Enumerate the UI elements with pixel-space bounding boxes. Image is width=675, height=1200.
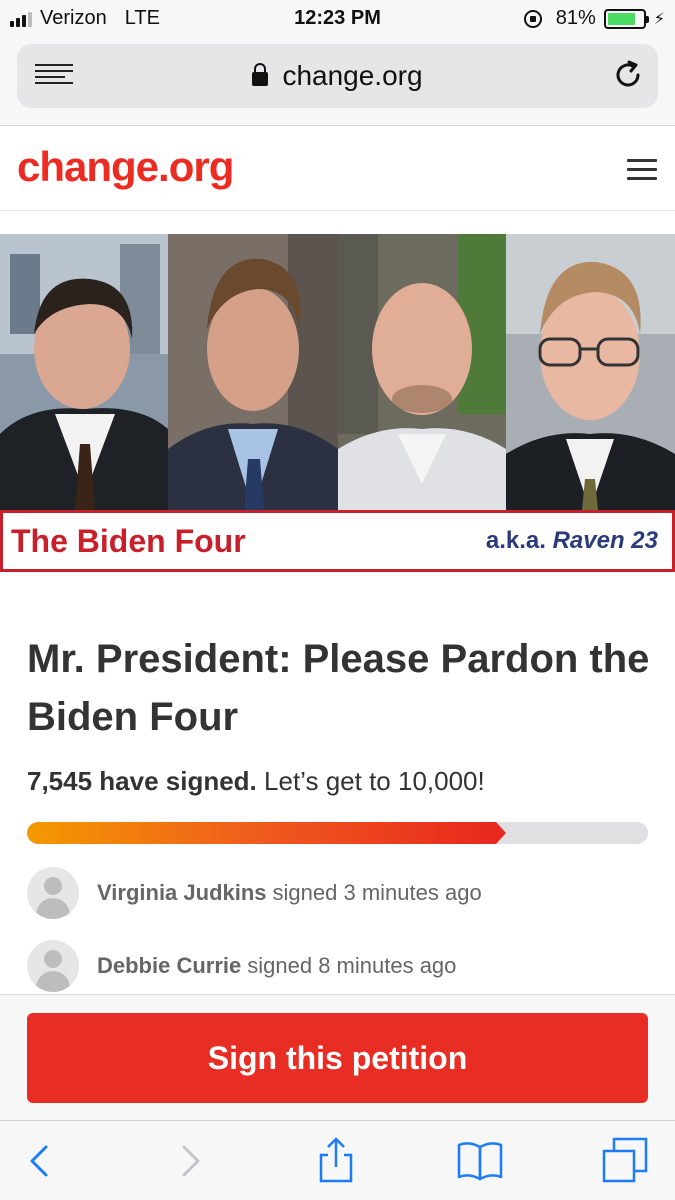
goal-text: Let’s get to 10,000! (264, 766, 485, 796)
battery-percent: 81% (555, 7, 596, 29)
url-text: change.org (282, 60, 423, 91)
recent-signer: Virginia Judkins signed 3 minutes ago (27, 867, 482, 919)
aka-prefix: a.k.a. (485, 527, 546, 554)
site-header: change.org (0, 127, 675, 211)
petition-title: Mr. President: Please Pardon the Biden F… (27, 637, 650, 739)
progress-fill (27, 822, 506, 844)
hamburger-icon[interactable] (627, 159, 657, 181)
sign-bar: Sign this petition (0, 994, 675, 1120)
status-bar: Verizon LTE 12:23 PM 81% ⚡ (0, 0, 675, 38)
recent-signer: Debbie Currie signed 8 minutes ago (27, 940, 456, 992)
aka-name: Raven 23 (552, 527, 658, 554)
status-right: 81% ⚡ (523, 7, 665, 30)
url-display[interactable]: change.org (17, 60, 658, 92)
photo-row (0, 234, 675, 510)
petition-image: The Biden Four a.k.a. Raven 23 (0, 234, 675, 572)
signature-count: 7,545 have signed. Let’s get to 10,000! (27, 766, 485, 797)
image-caption-bar: The Biden Four a.k.a. Raven 23 (0, 510, 675, 572)
signer-name: Debbie Currie (97, 953, 242, 978)
address-bar[interactable]: change.org (17, 44, 658, 108)
site-logo[interactable]: change.org (17, 143, 234, 191)
battery-fill (607, 12, 636, 25)
photo-person-4 (506, 234, 675, 510)
rotation-lock-icon (523, 9, 542, 28)
image-caption-aka: a.k.a. Raven 23 (486, 527, 658, 555)
bookmarks-icon[interactable] (455, 1135, 505, 1185)
signature-progress-bar (27, 822, 648, 844)
signer-name: Virginia Judkins (97, 880, 267, 905)
photo-person-1 (0, 234, 168, 510)
back-icon[interactable] (14, 1135, 64, 1185)
avatar-placeholder-icon (27, 867, 79, 919)
avatar-placeholder-icon (27, 940, 79, 992)
photo-person-3 (338, 234, 506, 510)
padlock-icon (252, 63, 269, 86)
signer-action: signed 3 minutes ago (272, 880, 482, 905)
charging-bolt-icon: ⚡ (653, 10, 665, 28)
signer-action: signed 8 minutes ago (247, 953, 457, 978)
share-icon[interactable] (311, 1135, 361, 1185)
photo-person-2 (168, 234, 338, 510)
browser-address-area: change.org (0, 38, 675, 126)
sign-petition-button[interactable]: Sign this petition (27, 1013, 648, 1103)
image-caption-title: The Biden Four (11, 523, 246, 559)
battery-icon (603, 8, 649, 29)
tabs-icon[interactable] (600, 1135, 650, 1185)
forward-icon[interactable] (164, 1135, 214, 1185)
browser-toolbar (0, 1120, 675, 1200)
reload-icon[interactable] (612, 59, 644, 91)
signed-count-text: 7,545 have signed. (27, 766, 257, 796)
